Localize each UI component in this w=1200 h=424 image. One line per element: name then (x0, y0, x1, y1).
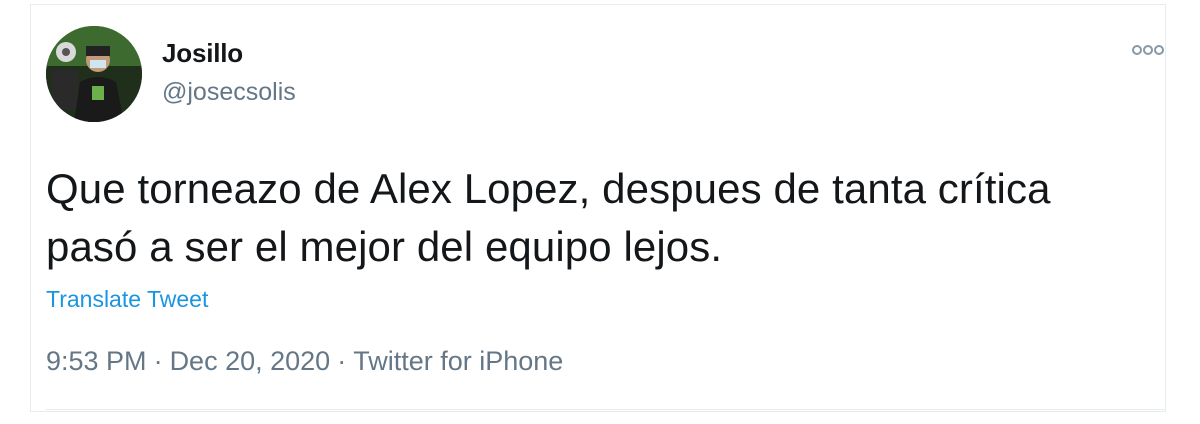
tweet-text-line: Que torneazo de Alex Lopez, despues de t… (46, 165, 1051, 212)
tweet-time[interactable]: 9:53 PM (46, 346, 147, 377)
tweet-text-line: pasó a ser el mejor del equipo lejos. (46, 223, 723, 270)
tweet-text: Que torneazo de Alex Lopez, despues de t… (46, 160, 1156, 276)
tweet-date[interactable]: Dec 20, 2020 (170, 346, 331, 377)
divider (46, 409, 1166, 410)
profile-photo-icon (46, 26, 142, 122)
separator: · (153, 346, 163, 376)
user-handle[interactable]: @josecsolis (162, 78, 296, 107)
translate-tweet-link[interactable]: Translate Tweet (46, 286, 208, 313)
separator: · (337, 346, 347, 376)
display-name[interactable]: Josillo (162, 38, 243, 69)
avatar[interactable] (46, 26, 142, 122)
more-options-icon[interactable] (1130, 40, 1166, 60)
tweet-source[interactable]: Twitter for iPhone (353, 346, 563, 377)
tweet-metadata: 9:53 PM · Dec 20, 2020 · Twitter for iPhone (46, 346, 563, 377)
